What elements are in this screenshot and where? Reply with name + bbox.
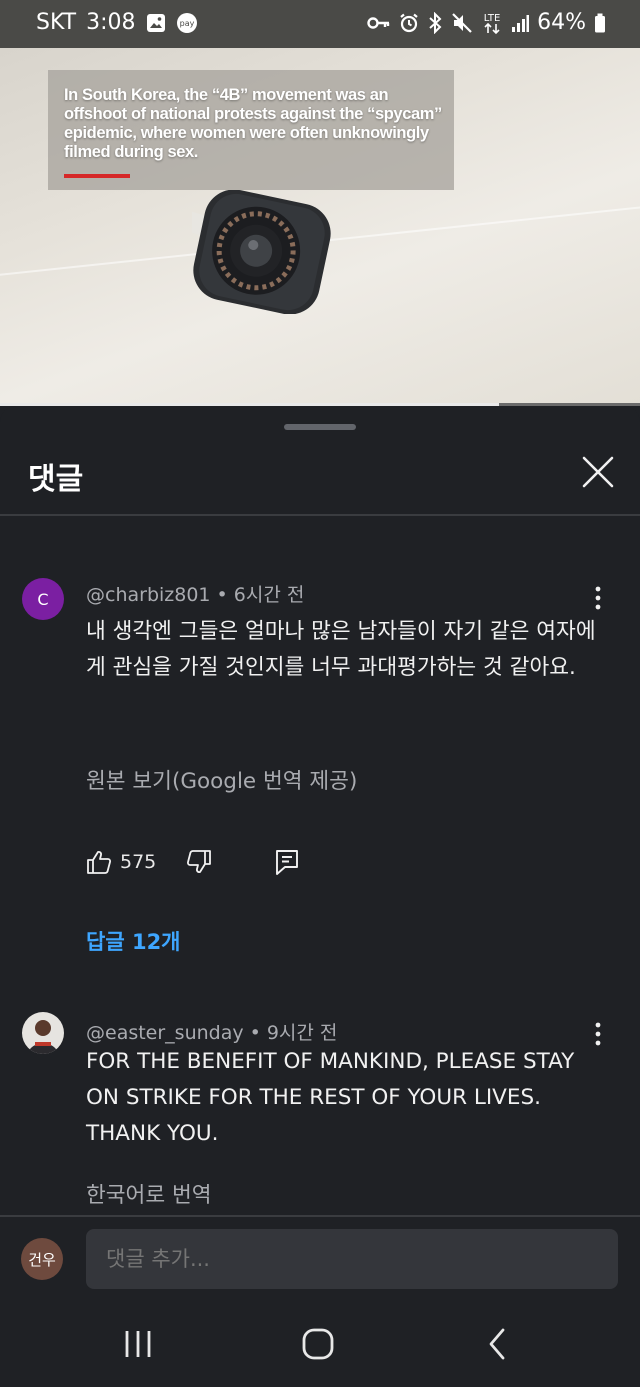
- composer-divider: [0, 1215, 640, 1217]
- translate-link[interactable]: 한국어로 번역: [86, 1178, 212, 1209]
- home-icon: [302, 1328, 334, 1360]
- lte-icon: LTE: [481, 11, 503, 35]
- lte-label: LTE: [484, 13, 501, 24]
- video-caption: In South Korea, the “4B” movement was an…: [64, 86, 442, 161]
- battery-percent: 64%: [537, 10, 586, 35]
- status-right: LTE 64%: [367, 10, 606, 35]
- comment-text: 내 생각엔 그들은 얼마나 많은 남자들이 자기 같은 여자에게 관심을 가질 …: [86, 619, 596, 680]
- user-photo-icon: [28, 1020, 58, 1054]
- back-icon: [489, 1328, 505, 1360]
- comment-text: FOR THE BENEFIT OF MANKIND, PLEASE STAY …: [86, 1049, 575, 1146]
- comment-more-button[interactable]: [584, 584, 612, 612]
- more-vert-icon: [595, 1022, 601, 1046]
- dislike-button[interactable]: [186, 844, 212, 880]
- bluetooth-icon: [427, 11, 443, 34]
- comment-author[interactable]: @easter_sunday: [86, 1022, 244, 1044]
- signal-icon: [511, 13, 530, 33]
- comments-title: 댓글: [28, 462, 84, 497]
- avatar[interactable]: C: [22, 578, 64, 620]
- reply-button[interactable]: [274, 844, 300, 880]
- like-button[interactable]: 575: [86, 844, 156, 880]
- comment-actions: 575: [86, 844, 326, 880]
- battery-icon: [594, 13, 606, 33]
- translate-link[interactable]: 원본 보기(Google 번역 제공): [86, 764, 357, 795]
- system-nav-bar: [0, 1300, 640, 1387]
- alarm-icon: [399, 13, 419, 33]
- add-comment-input[interactable]: [86, 1229, 618, 1289]
- recents-icon: [125, 1331, 151, 1357]
- caption-accent-bar: [64, 174, 130, 178]
- video-caption-box: In South Korea, the “4B” movement was an…: [48, 70, 454, 190]
- pay-icon-label: pay: [179, 19, 194, 28]
- close-icon: [582, 456, 614, 488]
- security-camera-image: [192, 190, 331, 314]
- drag-handle[interactable]: [284, 424, 356, 430]
- vpn-key-icon: [367, 15, 391, 31]
- home-button[interactable]: [296, 1322, 340, 1366]
- comment-time: 9시간 전: [266, 1022, 338, 1044]
- pay-icon: pay: [176, 12, 198, 34]
- header-divider: [0, 514, 640, 516]
- back-button[interactable]: [476, 1322, 520, 1366]
- comment-meta: @easter_sunday • 9시간 전: [86, 1022, 338, 1044]
- thumbs-up-icon: [87, 851, 112, 874]
- gallery-icon: [146, 13, 166, 33]
- status-left: SKT 3:08 pay: [36, 10, 198, 35]
- comment-time: 6시간 전: [233, 584, 305, 606]
- close-button[interactable]: [576, 450, 620, 494]
- recents-button[interactable]: [116, 1322, 160, 1366]
- comment-author[interactable]: @charbiz801: [86, 584, 211, 606]
- status-bar: SKT 3:08 pay LTE 64%: [0, 0, 640, 48]
- like-count: 575: [120, 851, 157, 873]
- more-vert-icon: [595, 586, 601, 610]
- comment-more-button[interactable]: [584, 1020, 612, 1048]
- reply-comment-icon: [276, 850, 298, 875]
- mute-icon: [451, 12, 473, 34]
- comment-meta: @charbiz801 • 6시간 전: [86, 584, 305, 606]
- replies-link[interactable]: 답글 12개: [86, 926, 181, 956]
- carrier-label: SKT: [36, 10, 77, 35]
- clock: 3:08: [86, 10, 136, 35]
- avatar[interactable]: [22, 1012, 64, 1054]
- my-avatar: 건우: [21, 1238, 63, 1280]
- thumbs-down-icon: [186, 850, 211, 873]
- video-player[interactable]: In South Korea, the “4B” movement was an…: [0, 48, 640, 406]
